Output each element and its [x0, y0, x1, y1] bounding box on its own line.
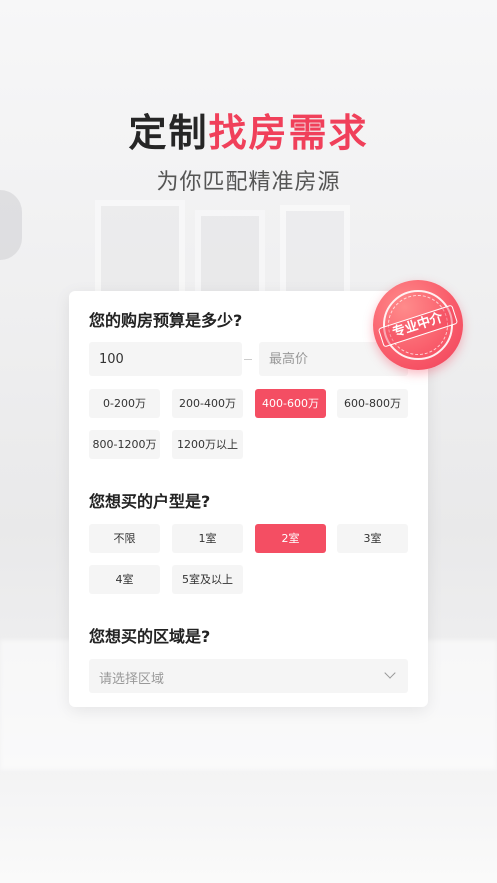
layout-option-4-room[interactable]: 4室 [89, 565, 160, 594]
page-subtitle: 为你匹配精准房源 [156, 170, 341, 195]
price-range-dash [244, 359, 252, 360]
area-select[interactable]: 请选择区域 [89, 659, 408, 693]
budget-option-0-200[interactable]: 0-200万 [89, 389, 160, 418]
area-select-placeholder: 请选择区域 [99, 672, 165, 687]
layout-option-3-room[interactable]: 3室 [337, 524, 408, 553]
budget-option-800-1200[interactable]: 800-1200万 [89, 430, 160, 459]
background-lamp [0, 190, 22, 260]
budget-option-200-400[interactable]: 200-400万 [172, 389, 243, 418]
layout-option-2-room[interactable]: 2室 [255, 524, 326, 553]
requirement-form-card: 您的购房预算是多少? 0-200万 200-400万 400-600万 600-… [69, 291, 428, 707]
budget-option-600-800[interactable]: 600-800万 [337, 389, 408, 418]
title-part-dark: 定制 [128, 111, 209, 155]
page-title: 定制找房需求 [0, 102, 497, 157]
title-part-highlight: 找房需求 [208, 111, 369, 155]
budget-option-400-600[interactable]: 400-600万 [255, 389, 326, 418]
layout-option-any[interactable]: 不限 [89, 524, 160, 553]
layout-option-1-room[interactable]: 1室 [172, 524, 243, 553]
min-price-input[interactable] [89, 342, 242, 376]
budget-option-1200-plus[interactable]: 1200万以上 [172, 430, 243, 459]
professional-agent-badge: 专业中介 [373, 280, 463, 370]
area-question: 您想买的区域是? [89, 627, 211, 646]
layout-option-5-plus-room[interactable]: 5室及以上 [172, 565, 243, 594]
layout-question: 您想买的户型是? [89, 492, 211, 511]
budget-question: 您的购房预算是多少? [89, 311, 243, 330]
chevron-down-icon [384, 667, 396, 679]
